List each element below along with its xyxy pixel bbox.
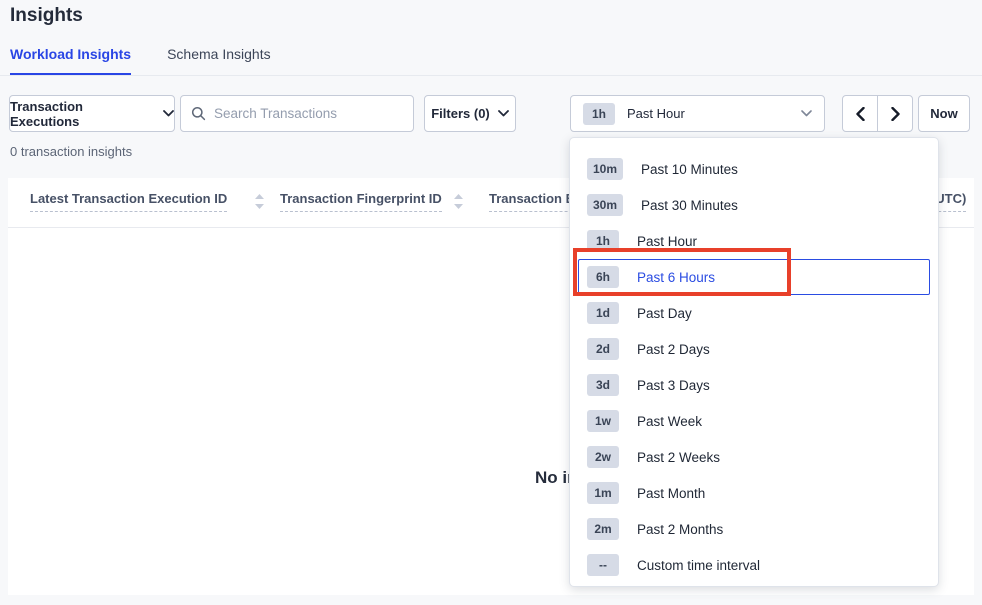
time-range-option-badge: 6h [587,266,619,288]
time-range-option[interactable]: 2m Past 2 Months [578,511,930,547]
tab-workload-insights[interactable]: Workload Insights [10,46,131,75]
filters-dropdown[interactable]: Filters (0) [424,95,516,132]
time-range-option-badge: 3d [587,374,619,396]
time-range-option[interactable]: 1h Past Hour [578,223,930,259]
time-range-label: Past Hour [627,106,685,121]
time-range-option-badge: 1h [587,230,619,252]
now-button-label: Now [930,106,957,121]
time-range-badge: 1h [583,103,615,125]
time-range-option-label: Past Day [637,306,692,321]
time-range-option[interactable]: 10m Past 10 Minutes [578,151,930,187]
page-title: Insights [10,5,83,27]
time-range-option-badge: -- [587,554,619,576]
time-range-option[interactable]: 3d Past 3 Days [578,367,930,403]
chevron-down-icon [801,110,812,117]
time-range-option-label: Past Week [637,414,702,429]
time-range-option-badge: 2d [587,338,619,360]
workload-type-dropdown[interactable]: Transaction Executions [9,95,175,132]
time-range-option-label: Past 3 Days [637,378,710,393]
time-range-option-label: Past 2 Months [637,522,723,537]
time-range-dropdown[interactable]: 1h Past Hour [570,95,825,132]
insights-count-text: 0 transaction insights [10,144,132,159]
time-range-option-badge: 2w [587,446,619,468]
time-range-option-label: Custom time interval [637,558,760,573]
search-box[interactable] [180,95,414,132]
tab-bar: Workload Insights Schema Insights [10,46,271,75]
sort-icon[interactable] [454,194,463,209]
time-range-option-badge: 2m [587,518,619,540]
time-range-option-label: Past 2 Days [637,342,710,357]
time-range-option-label: Past 10 Minutes [641,162,738,177]
tab-schema-insights[interactable]: Schema Insights [167,46,271,75]
time-range-menu: 10m Past 10 Minutes 30m Past 30 Minutes … [569,137,939,587]
now-button[interactable]: Now [918,95,970,132]
tab-bar-divider [0,75,982,76]
time-range-option-badge: 10m [587,158,623,180]
chevron-down-icon [498,110,509,117]
workload-type-label: Transaction Executions [10,99,155,129]
time-range-option-badge: 1w [587,410,619,432]
time-range-option-label: Past 30 Minutes [641,198,738,213]
time-range-option-label: Past Hour [637,234,697,249]
time-range-option[interactable]: -- Custom time interval [578,547,930,583]
time-range-option-label: Past Month [637,486,705,501]
time-range-option[interactable]: 2w Past 2 Weeks [578,439,930,475]
time-range-option-badge: 1m [587,482,619,504]
time-range-option[interactable]: 2d Past 2 Days [578,331,930,367]
column-header-latest-transaction-execution-id[interactable]: Latest Transaction Execution ID [30,191,227,212]
time-range-step-group [842,95,913,132]
time-range-option-label: Past 6 Hours [637,270,715,285]
next-time-range-button[interactable] [878,96,912,131]
time-range-option-label: Past 2 Weeks [637,450,720,465]
time-range-option[interactable]: 1w Past Week [578,403,930,439]
time-range-option[interactable]: 30m Past 30 Minutes [578,187,930,223]
time-range-option-badge: 30m [587,194,623,216]
filters-label: Filters (0) [431,106,490,121]
chevron-right-icon [891,107,900,121]
search-input[interactable] [214,106,403,121]
time-range-option-badge: 1d [587,302,619,324]
column-header-transaction-fingerprint-id[interactable]: Transaction Fingerprint ID [280,191,442,212]
time-range-option[interactable]: 1m Past Month [578,475,930,511]
chevron-down-icon [163,110,174,117]
previous-time-range-button[interactable] [843,96,878,131]
search-icon [191,106,206,121]
time-range-option[interactable]: 1d Past Day [578,295,930,331]
time-range-option[interactable]: 6h Past 6 Hours [578,259,930,295]
sort-icon[interactable] [255,194,264,209]
chevron-left-icon [856,107,865,121]
